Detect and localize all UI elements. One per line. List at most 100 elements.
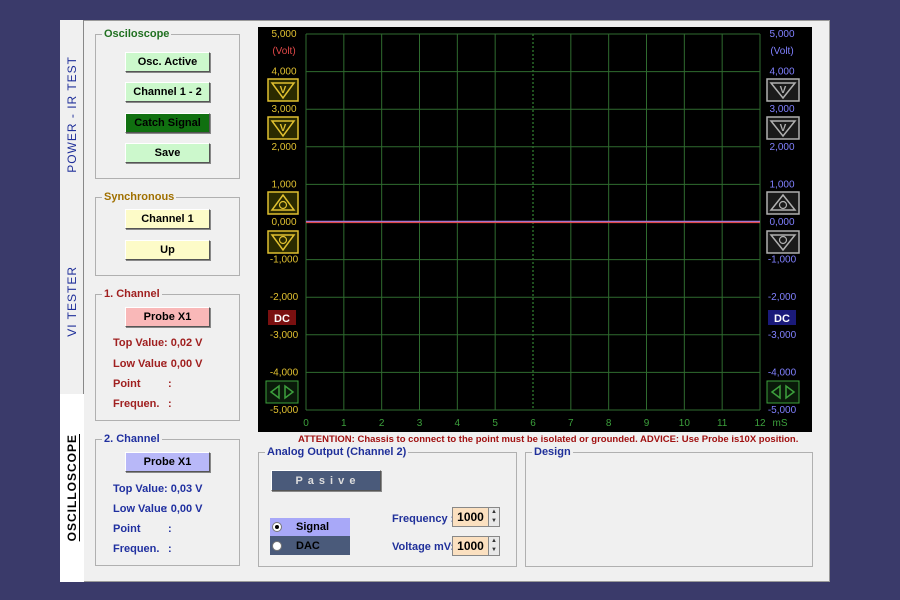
x-tick-label: 3 xyxy=(417,418,423,429)
channel1-group-title: 1. Channel xyxy=(102,288,162,300)
passive-button[interactable]: P a s i v e xyxy=(271,470,381,491)
x-tick-label: 11 xyxy=(717,418,728,429)
sync-edge-button[interactable]: Up xyxy=(125,240,210,260)
channel2-frequency-value: : xyxy=(168,543,172,555)
right-y-tick-label: -5,000 xyxy=(768,405,797,416)
x-tick-label: 7 xyxy=(568,418,574,429)
channel1-point-label: Point xyxy=(113,378,141,390)
scope-traces xyxy=(306,220,760,224)
oscilloscope-group-title: Osciloscope xyxy=(102,28,172,40)
ch2-offset-down-button[interactable] xyxy=(766,230,800,254)
frequency-up-icon[interactable]: ▲ xyxy=(489,508,499,517)
channel1-top-value: : 0,02 V xyxy=(164,337,203,349)
right-y-tick-label: 0,000 xyxy=(769,217,794,228)
tab-power-ir-test-label: POWER - IR TEST xyxy=(64,55,79,173)
analog-output-group-title: Analog Output (Channel 2) xyxy=(265,446,409,458)
dac-option[interactable]: DAC xyxy=(270,536,350,555)
voltage-stepper-arrows[interactable]: ▲ ▼ xyxy=(489,536,500,556)
left-y-tick-label: 4,000 xyxy=(271,67,296,78)
voltage-down-icon[interactable]: ▼ xyxy=(489,546,499,555)
ch2-volt-up-icon: V xyxy=(780,85,787,96)
save-button[interactable]: Save xyxy=(125,143,210,163)
ch2-coupling-label: DC xyxy=(774,313,790,325)
channel2-point-label: Point xyxy=(113,523,141,535)
ch1-offset-up-button[interactable] xyxy=(267,191,299,215)
voltage-up-icon[interactable]: ▲ xyxy=(489,537,499,546)
tab-oscilloscope-label: OSCILLOSCOPE xyxy=(65,434,79,542)
tab-oscilloscope[interactable]: OSCILLOSCOPE xyxy=(60,394,84,582)
frequency-value[interactable]: 1000 xyxy=(452,507,489,527)
tab-power-ir-test[interactable]: POWER - IR TEST xyxy=(60,20,84,208)
sync-channel-button[interactable]: Channel 1 xyxy=(125,209,210,229)
right-y-tick-label: 4,000 xyxy=(769,67,794,78)
right-y-tick-label: -1,000 xyxy=(768,255,797,266)
dac-radio[interactable] xyxy=(272,540,282,551)
time-scroll-buttons-right[interactable] xyxy=(766,380,800,404)
ch1-volt-down-icon: V xyxy=(280,123,287,134)
left-y-tick-label: 3,000 xyxy=(271,104,296,115)
channel1-probe-button[interactable]: Probe X1 xyxy=(125,307,210,327)
frequency-stepper[interactable]: 1000 ▲ ▼ xyxy=(452,507,502,527)
x-tick-label: 4 xyxy=(455,418,461,429)
signal-radio[interactable] xyxy=(272,522,282,532)
left-y-tick-label: -1,000 xyxy=(270,255,299,266)
vertical-tab-strip: POWER - IR TEST VI TESTER OSCILLOSCOPE xyxy=(60,20,84,582)
right-y-tick-label: -3,000 xyxy=(768,330,797,341)
ch2-coupling-button[interactable]: DC xyxy=(768,310,796,325)
ch1-coupling-label: DC xyxy=(274,313,290,325)
osc-active-button[interactable]: Osc. Active xyxy=(125,52,210,72)
channel2-top-label: Top Value xyxy=(113,483,165,495)
frequency-down-icon[interactable]: ▼ xyxy=(489,517,499,526)
synchronous-group-title: Synchronous xyxy=(102,191,177,203)
x-tick-label: 8 xyxy=(606,418,612,429)
right-y-tick-label: 5,000 xyxy=(769,29,794,40)
design-group-title: Design xyxy=(532,446,573,458)
right-y-tick-label: 1,000 xyxy=(769,179,794,190)
channel2-low-value: : 0,00 V xyxy=(164,503,203,515)
channel2-top-value: : 0,03 V xyxy=(164,483,203,495)
signal-option[interactable]: Signal xyxy=(270,518,350,536)
x-unit-label: mS xyxy=(773,418,788,429)
channel2-group-title: 2. Channel xyxy=(102,433,162,445)
ch1-volt-up-icon: V xyxy=(280,85,287,96)
channel2-point-value: : xyxy=(168,523,172,535)
x-tick-label: 10 xyxy=(679,418,691,429)
x-tick-label: 6 xyxy=(530,418,536,429)
voltage-value[interactable]: 1000 xyxy=(452,536,489,556)
ch1-coupling-button[interactable]: DC xyxy=(268,310,296,325)
ch2-volt-down-button[interactable]: V xyxy=(766,116,800,140)
channel1-top-label: Top Value xyxy=(113,337,165,349)
tab-vi-tester[interactable]: VI TESTER xyxy=(60,208,84,394)
channel1-frequency-value: : xyxy=(168,398,172,410)
catch-signal-button[interactable]: Catch Signal xyxy=(125,113,210,133)
channel1-low-value: : 0,00 V xyxy=(164,358,203,370)
right-y-tick-label: -4,000 xyxy=(768,367,797,378)
ch1-volt-down-button[interactable]: V xyxy=(267,116,299,140)
x-tick-label: 1 xyxy=(341,418,347,429)
left-y-tick-label: 5,000 xyxy=(271,29,296,40)
x-tick-label: 2 xyxy=(379,418,385,429)
ch2-volt-up-button[interactable]: V xyxy=(766,78,800,102)
time-scroll-buttons[interactable] xyxy=(265,380,299,404)
attention-message: ATTENTION: Chassis to connect to the poi… xyxy=(298,434,799,445)
signal-option-label: Signal xyxy=(296,521,330,533)
scope-x-tick-labels: 0 1 2 3 4 5 6 7 8 9 10 11 12 xyxy=(303,418,766,429)
frequency-stepper-arrows[interactable]: ▲ ▼ xyxy=(489,507,500,527)
left-y-tick-label: 2,000 xyxy=(271,142,296,153)
channel2-frequency-label: Frequen. xyxy=(113,543,160,555)
ch2-volt-down-icon: V xyxy=(780,123,787,134)
voltage-stepper[interactable]: 1000 ▲ ▼ xyxy=(452,536,502,556)
channel-1-2-button[interactable]: Channel 1 - 2 xyxy=(125,82,210,102)
x-tick-label: 5 xyxy=(492,418,498,429)
x-tick-label: 0 xyxy=(303,418,309,429)
voltage-label: Voltage mV: xyxy=(392,541,455,553)
ch1-offset-down-button[interactable] xyxy=(267,230,299,254)
x-tick-label: 9 xyxy=(644,418,650,429)
x-tick-label: 12 xyxy=(754,418,766,429)
left-y-tick-label: -4,000 xyxy=(270,367,299,378)
tab-vi-tester-label: VI TESTER xyxy=(64,265,79,337)
channel2-probe-button[interactable]: Probe X1 xyxy=(125,452,210,472)
ch2-offset-up-button[interactable] xyxy=(766,191,800,215)
ch1-volt-up-button[interactable]: V xyxy=(267,78,299,102)
left-y-tick-label: -2,000 xyxy=(270,292,299,303)
